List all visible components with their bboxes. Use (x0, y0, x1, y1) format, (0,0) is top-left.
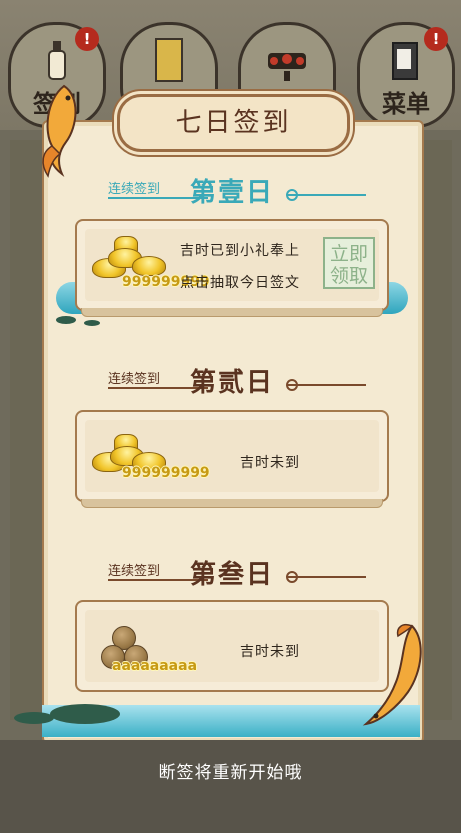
day-header: 连续签到 第壹日 (42, 172, 420, 212)
notification-badge: ! (424, 27, 448, 51)
koi-fish-icon (362, 624, 422, 726)
menu-lantern-button[interactable]: ! 菜单 (357, 22, 455, 128)
bottle-icon (48, 41, 66, 80)
lantern-label: 菜单 (382, 90, 430, 118)
claim-label-2: 领取 (329, 265, 368, 287)
reward-amount: 999999999 (122, 465, 210, 481)
divider (288, 576, 366, 578)
background-building-left (10, 140, 44, 720)
day-title: 第壹日 (190, 178, 275, 208)
card-base (81, 499, 383, 508)
card-base (81, 308, 383, 317)
status-text: 吉时未到 (240, 644, 300, 660)
notification-badge: ! (75, 27, 99, 51)
streak-label: 连续签到 (108, 564, 161, 579)
book-icon (392, 42, 418, 80)
bottom-background (0, 740, 461, 833)
streak-label: 连续签到 (108, 182, 161, 197)
day-header: 连续签到 第贰日 (42, 362, 420, 402)
lily-pad (50, 704, 120, 724)
gold-ingot-icon (132, 256, 166, 276)
crown-icon (268, 53, 306, 81)
day-header: 连续签到 第叁日 (42, 554, 420, 594)
day-title: 第叁日 (190, 560, 275, 590)
door-icon (155, 38, 183, 82)
status-text: 吉时未到 (240, 455, 300, 471)
reward-text-line1: 吉时已到小礼奉上 (180, 243, 300, 259)
streak-label: 连续签到 (108, 372, 161, 387)
divider (288, 194, 366, 196)
lily-pad (14, 712, 54, 724)
reward-amount: aaaaaaaaa (112, 658, 198, 674)
dialog-title: 七日签到 (117, 94, 350, 152)
claim-now-button[interactable]: 立即 领取 (323, 237, 375, 289)
lily-pad (84, 320, 100, 326)
reward-text-line2: 点击抽取今日签文 (180, 275, 300, 291)
claim-label-1: 立即 (329, 243, 368, 265)
divider (288, 384, 366, 386)
koi-fish-icon (42, 84, 77, 178)
lily-pad (56, 316, 76, 324)
reset-warning-text: 断签将重新开始哦 (158, 763, 303, 783)
day-title: 第贰日 (190, 368, 275, 398)
